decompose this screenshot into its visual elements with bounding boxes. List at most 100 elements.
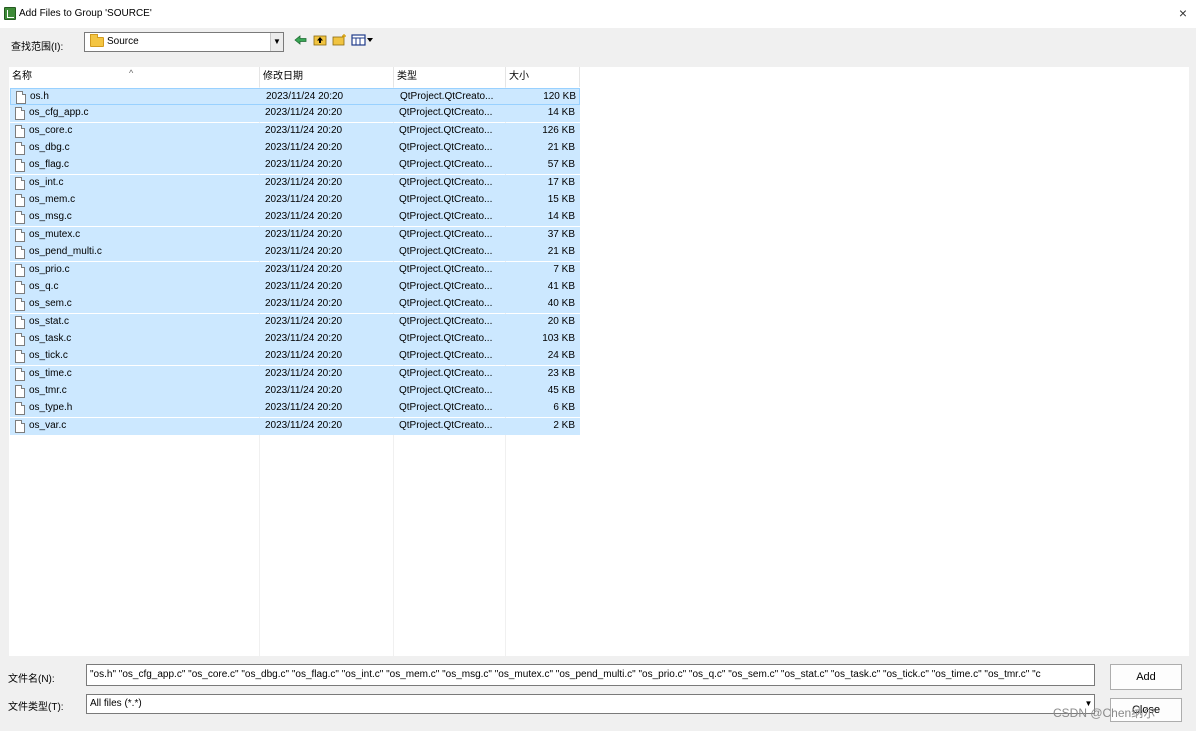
file-type: QtProject.QtCreato... xyxy=(399,176,493,188)
file-date: 2023/11/24 20:20 xyxy=(265,384,343,396)
file-icon xyxy=(15,384,25,398)
file-name: os_var.c xyxy=(29,419,67,431)
file-row[interactable]: os_int.c 2023/11/24 20:20 QtProject.QtCrea… xyxy=(10,174,580,192)
file-row[interactable]: os_q.c 2023/11/24 20:20 QtProject.QtCreato… xyxy=(10,278,580,296)
file-row[interactable]: os_mem.c 2023/11/24 20:20 QtProject.QtCrea… xyxy=(10,192,580,210)
file-name: os_flag.c xyxy=(29,159,70,171)
file-size: 21 KB xyxy=(547,246,575,258)
file-icon xyxy=(15,350,25,364)
file-type: QtProject.QtCreato... xyxy=(399,246,493,258)
file-row[interactable]: os_pend_multi.c 2023/11/24 20:20 QtProject… xyxy=(10,244,580,262)
file-date: 2023/11/24 20:20 xyxy=(265,419,343,431)
add-button[interactable]: Add xyxy=(1110,664,1182,690)
look-in-dropdown[interactable]: Source ▼ xyxy=(84,32,284,52)
look-in-label: 查找范围(I): xyxy=(11,42,64,53)
new-folder-icon[interactable] xyxy=(332,33,347,47)
file-icon xyxy=(15,228,25,242)
file-icon xyxy=(15,211,25,225)
file-list[interactable]: 名称 ^ 修改日期 类型 大小 os.h 2023/11/24 20:20 QtPr… xyxy=(9,67,1189,656)
file-date: 2023/11/24 20:20 xyxy=(265,211,343,223)
file-name: os_mutex.c xyxy=(29,228,81,240)
file-name: os_mem.c xyxy=(29,194,76,206)
file-name: os_cfg_app.c xyxy=(29,107,89,119)
file-size: 41 KB xyxy=(547,280,575,292)
file-type: QtProject.QtCreato... xyxy=(399,194,493,206)
file-row[interactable]: os_tmr.c 2023/11/24 20:20 QtProject.QtCrea… xyxy=(10,382,580,400)
file-icon xyxy=(15,367,25,381)
column-header-name[interactable]: 名称 ^ xyxy=(9,67,260,87)
file-size: 17 KB xyxy=(547,176,575,188)
file-type: QtProject.QtCreato... xyxy=(399,142,493,154)
file-type: QtProject.QtCreato... xyxy=(399,124,493,136)
file-name: os_q.c xyxy=(29,280,59,292)
file-name: os_prio.c xyxy=(29,263,70,275)
file-row[interactable]: os_core.c 2023/11/24 20:20 QtProject.QtCre… xyxy=(10,122,580,140)
file-icon xyxy=(16,91,26,104)
file-date: 2023/11/24 20:20 xyxy=(265,280,343,292)
file-date: 2023/11/24 20:20 xyxy=(265,332,343,344)
file-row[interactable]: os_task.c 2023/11/24 20:20 QtProject.QtCre… xyxy=(10,330,580,348)
file-size: 45 KB xyxy=(547,384,575,396)
back-arrow-icon[interactable] xyxy=(294,33,308,47)
sort-ascending-icon: ^ xyxy=(129,68,134,78)
file-size: 14 KB xyxy=(547,211,575,223)
file-type: QtProject.QtCreato... xyxy=(399,402,493,414)
file-row[interactable]: os_sem.c 2023/11/24 20:20 QtProject.QtCrea… xyxy=(10,296,580,314)
file-date: 2023/11/24 20:20 xyxy=(266,91,344,102)
file-row[interactable]: os_flag.c 2023/11/24 20:20 QtProject.QtCre… xyxy=(10,157,580,175)
file-size: 23 KB xyxy=(547,367,575,379)
file-icon xyxy=(15,107,25,121)
file-name: os_dbg.c xyxy=(29,142,70,154)
file-row[interactable]: os_cfg_app.c 2023/11/24 20:20 QtProject.Qt… xyxy=(10,105,580,123)
file-size: 15 KB xyxy=(547,194,575,206)
file-type: QtProject.QtCreato... xyxy=(399,159,493,171)
up-folder-icon[interactable] xyxy=(313,33,327,47)
file-row[interactable]: os_var.c 2023/11/24 20:20 QtProject.QtCrea… xyxy=(10,417,580,435)
file-date: 2023/11/24 20:20 xyxy=(265,263,343,275)
file-name: os_type.h xyxy=(29,402,73,414)
file-size: 14 KB xyxy=(547,107,575,119)
file-name: os.h xyxy=(30,91,49,102)
file-size: 37 KB xyxy=(547,228,575,240)
file-name: os_time.c xyxy=(29,367,72,379)
file-size: 7 KB xyxy=(553,263,575,275)
file-type: QtProject.QtCreato... xyxy=(399,332,493,344)
file-row[interactable]: os_dbg.c 2023/11/24 20:20 QtProject.QtCrea… xyxy=(10,140,580,158)
file-name: os_int.c xyxy=(29,176,64,188)
file-type: QtProject.QtCreato... xyxy=(399,367,493,379)
watermark: CSDN @Chen纳尔 xyxy=(1053,706,1156,720)
close-window-button[interactable]: × xyxy=(1176,5,1190,21)
file-date: 2023/11/24 20:20 xyxy=(265,107,343,119)
file-size: 2 KB xyxy=(553,419,575,431)
column-header-date[interactable]: 修改日期 xyxy=(260,67,394,87)
file-size: 24 KB xyxy=(547,350,575,362)
filename-input[interactable]: "os.h" "os_cfg_app.c" "os_core.c" "os_db… xyxy=(86,664,1095,686)
chevron-down-icon[interactable]: ▼ xyxy=(270,33,283,51)
file-row[interactable]: os_msg.c 2023/11/24 20:20 QtProject.QtCrea… xyxy=(10,209,580,227)
file-size: 120 KB xyxy=(543,91,576,102)
look-in-value: Source xyxy=(107,36,139,47)
file-row[interactable]: os.h 2023/11/24 20:20 QtProject.QtCreato..… xyxy=(10,88,580,105)
file-date: 2023/11/24 20:20 xyxy=(265,350,343,362)
column-header-size[interactable]: 大小 xyxy=(506,67,580,87)
file-icon xyxy=(15,332,25,346)
file-date: 2023/11/24 20:20 xyxy=(265,298,343,310)
file-date: 2023/11/24 20:20 xyxy=(265,315,343,327)
file-icon xyxy=(15,124,25,138)
view-menu-icon[interactable] xyxy=(351,33,375,47)
filetype-dropdown[interactable]: All files (*.*) ▼ xyxy=(86,694,1095,714)
file-date: 2023/11/24 20:20 xyxy=(265,228,343,240)
file-row[interactable]: os_mutex.c 2023/11/24 20:20 QtProject.QtCr… xyxy=(10,226,580,244)
file-row[interactable]: os_prio.c 2023/11/24 20:20 QtProject.QtCre… xyxy=(10,261,580,279)
file-row[interactable]: os_stat.c 2023/11/24 20:20 QtProject.QtCre… xyxy=(10,313,580,331)
file-type: QtProject.QtCreato... xyxy=(399,419,493,431)
file-icon xyxy=(15,315,25,329)
file-date: 2023/11/24 20:20 xyxy=(265,194,343,206)
file-type: QtProject.QtCreato... xyxy=(399,315,493,327)
file-row[interactable]: os_type.h 2023/11/24 20:20 QtProject.QtCre… xyxy=(10,400,580,418)
file-row[interactable]: os_tick.c 2023/11/24 20:20 QtProject.QtCre… xyxy=(10,348,580,366)
column-header-type[interactable]: 类型 xyxy=(394,67,506,87)
file-date: 2023/11/24 20:20 xyxy=(265,176,343,188)
file-icon xyxy=(15,419,25,433)
file-row[interactable]: os_time.c 2023/11/24 20:20 QtProject.QtCre… xyxy=(10,365,580,383)
